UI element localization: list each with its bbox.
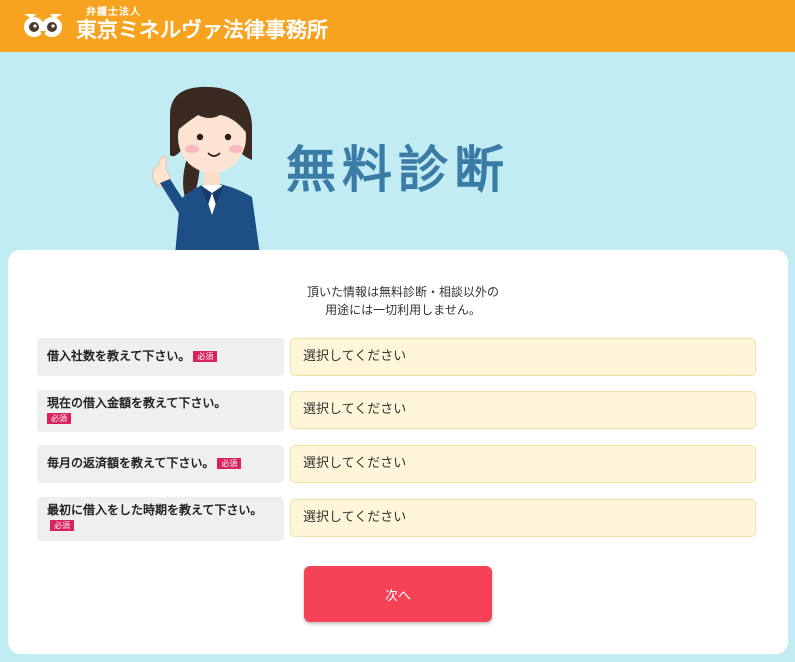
page-title: 無料診断 (286, 141, 510, 199)
question-text: 最初に借入をした時期を教えて下さい。 (47, 503, 263, 517)
required-badge: 必須 (193, 351, 218, 362)
debt-count-select[interactable]: 選択してください (290, 338, 756, 376)
privacy-notice-line1: 頂いた情報は無料診断・相談以外の (306, 285, 499, 299)
monthly-payment-select[interactable]: 選択してください (290, 445, 756, 483)
required-badge: 必須 (217, 458, 242, 469)
diagnosis-form: 頂いた情報は無料診断・相談以外の 用途には一切利用しません。 借入社数を教えて下… (8, 250, 788, 654)
required-badge: 必須 (47, 413, 71, 424)
question-label-monthly-payment: 毎月の返済額を教えて下さい。 必須 (37, 445, 284, 483)
site-header: 弁護士法人 東京ミネルヴァ法律事務所 (0, 0, 795, 52)
debt-amount-select[interactable]: 選択してください (290, 391, 756, 429)
required-badge: 必須 (50, 520, 74, 531)
question-text: 現在の借入金額を教えて下さい。 (47, 396, 227, 410)
question-text: 借入社数を教えて下さい。 (47, 349, 191, 363)
privacy-notice: 頂いた情報は無料診断・相談以外の 用途には一切利用しません。 (8, 283, 795, 319)
question-label-debt-amount: 現在の借入金額を教えて下さい。 必須 (37, 390, 284, 432)
question-label-debt-count: 借入社数を教えて下さい。 必須 (37, 338, 284, 376)
woman-pointing-illustration (152, 86, 260, 255)
question-text: 毎月の返済額を教えて下さい。 (47, 456, 215, 470)
privacy-notice-line2: 用途には一切利用しません。 (325, 303, 481, 317)
next-button[interactable]: 次へ (304, 566, 492, 622)
first-borrow-date-select[interactable]: 選択してください (290, 499, 756, 537)
owl-icon[interactable] (22, 10, 64, 40)
firm-name[interactable]: 東京ミネルヴァ法律事務所 (76, 14, 328, 44)
question-label-first-borrow-date: 最初に借入をした時期を教えて下さい。必須 (37, 497, 284, 541)
